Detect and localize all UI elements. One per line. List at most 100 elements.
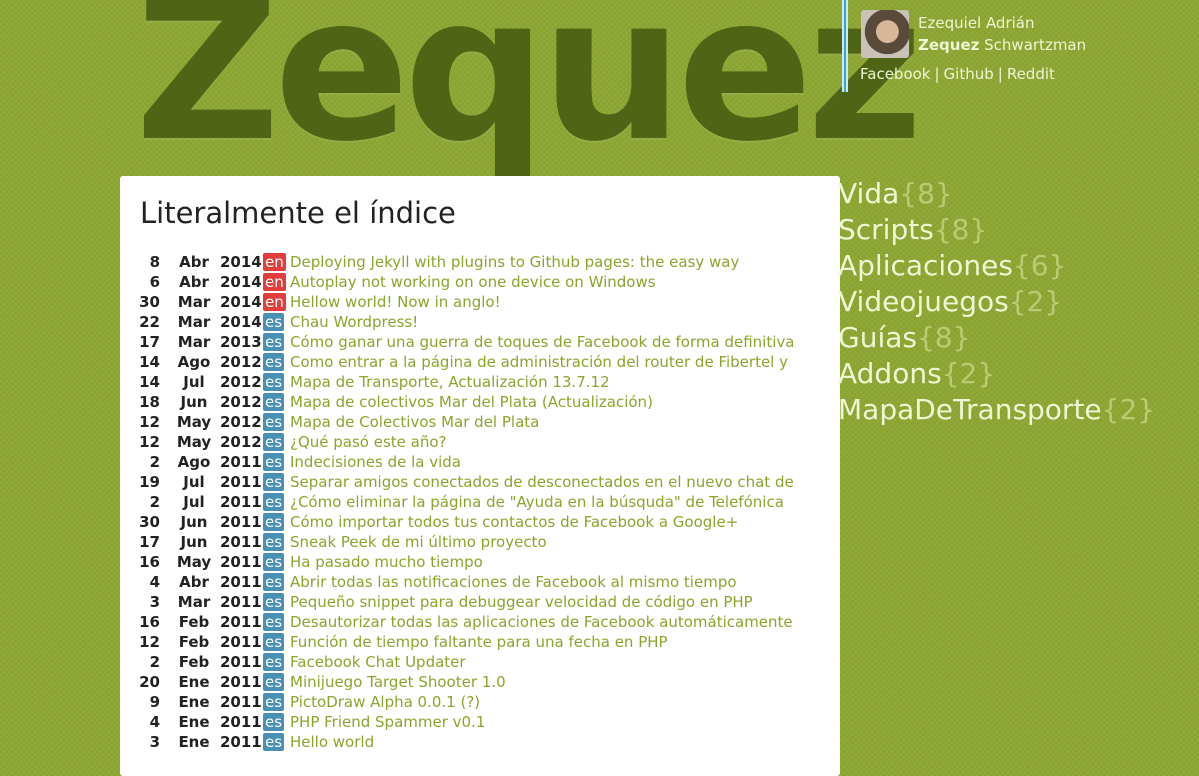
category-name[interactable]: Vida <box>838 177 899 210</box>
post-title-link[interactable]: Sneak Peek de mi último proyecto <box>290 532 820 552</box>
post-day: 4 <box>149 573 160 591</box>
category-name[interactable]: Aplicaciones <box>838 249 1013 282</box>
post-title-link[interactable]: ¿Qué pasó este año? <box>290 432 820 452</box>
post-title-link[interactable]: PictoDraw Alpha 0.0.1 (?) <box>290 692 820 712</box>
post-title-link[interactable]: Mapa de colectivos Mar del Plata (Actual… <box>290 392 820 412</box>
post-title-link[interactable]: PHP Friend Spammer v0.1 <box>290 712 820 732</box>
post-day: 16 <box>139 613 160 631</box>
post-title-link[interactable]: Chau Wordpress! <box>290 312 820 332</box>
post-row: 12 May 2012 es Mapa de Colectivos Mar del Pl… <box>120 412 820 432</box>
language-badge: es <box>263 713 285 731</box>
post-day: 3 <box>149 733 160 751</box>
github-link[interactable]: Github <box>944 65 994 83</box>
post-year: 2011 <box>220 593 262 611</box>
post-row: 19 Jul 2011 es Separar amigos conectados de … <box>120 472 820 492</box>
category-item[interactable]: Videojuegos{2} <box>838 284 1198 320</box>
post-month: Jul <box>183 473 205 491</box>
language-badge: en <box>263 273 286 291</box>
post-title-link[interactable]: Cómo ganar una guerra de toques de Faceb… <box>290 332 820 352</box>
reddit-link[interactable]: Reddit <box>1007 65 1055 83</box>
post-day: 12 <box>139 433 160 451</box>
post-day: 2 <box>149 493 160 511</box>
category-item[interactable]: Guías{8} <box>838 320 1198 356</box>
post-title-link[interactable]: Función de tiempo faltante para una fech… <box>290 632 820 652</box>
post-title-link[interactable]: Desautorizar todas las aplicaciones de F… <box>290 612 820 632</box>
post-month: Jul <box>183 493 205 511</box>
category-name[interactable]: Guías <box>838 321 917 354</box>
category-count: {2} <box>941 357 996 390</box>
category-item[interactable]: Scripts{8} <box>838 212 1198 248</box>
post-month: Abr <box>179 253 209 271</box>
site-logo[interactable]: Zequez <box>135 0 923 170</box>
post-month: Abr <box>179 573 209 591</box>
post-month: Mar <box>177 313 211 331</box>
post-title-link[interactable]: Hellow world! Now in anglo! <box>290 292 820 312</box>
post-row: 20 Ene 2011 es Minijuego Target Shooter 1.0 <box>120 672 820 692</box>
category-name[interactable]: MapaDeTransporte <box>838 393 1102 426</box>
language-badge: es <box>263 473 285 491</box>
post-row: 12 May 2012 es ¿Qué pasó este año? <box>120 432 820 452</box>
post-month: May <box>176 433 212 451</box>
category-item[interactable]: Addons{2} <box>838 356 1198 392</box>
link-separator: | <box>997 65 1003 83</box>
post-title-link[interactable]: Indecisiones de la vida <box>290 452 820 472</box>
category-item[interactable]: MapaDeTransporte{2} <box>838 392 1198 428</box>
post-month: Jun <box>180 393 208 411</box>
category-name[interactable]: Scripts <box>838 213 934 246</box>
post-title-link[interactable]: Facebook Chat Updater <box>290 652 820 672</box>
post-day: 20 <box>139 673 160 691</box>
facebook-link[interactable]: Facebook <box>860 65 930 83</box>
post-year: 2013 <box>220 333 262 351</box>
post-row: 30 Jun 2011 es Cómo importar todos tus conta… <box>120 512 820 532</box>
post-year: 2011 <box>220 573 262 591</box>
language-badge: es <box>263 593 285 611</box>
post-month: Feb <box>178 653 210 671</box>
post-year: 2011 <box>220 473 262 491</box>
post-day: 17 <box>139 333 160 351</box>
post-day: 16 <box>139 553 160 571</box>
category-count: {8} <box>933 213 988 246</box>
post-month: Jun <box>180 533 208 551</box>
post-title-link[interactable]: Separar amigos conectados de desconectad… <box>290 472 820 492</box>
language-badge: es <box>263 353 285 371</box>
post-title-link[interactable]: Como entrar a la página de administració… <box>290 352 820 372</box>
author-accent-bar <box>842 0 848 92</box>
post-day: 12 <box>139 413 160 431</box>
category-item[interactable]: Aplicaciones{6} <box>838 248 1198 284</box>
post-title-link[interactable]: Minijuego Target Shooter 1.0 <box>290 672 820 692</box>
post-title-link[interactable]: Autoplay not working on one device on Wi… <box>290 272 820 292</box>
post-title-link[interactable]: Hello world <box>290 732 820 752</box>
language-badge: es <box>263 653 285 671</box>
post-month: Ago <box>177 453 211 471</box>
post-year: 2011 <box>220 633 262 651</box>
post-day: 3 <box>149 593 160 611</box>
post-year: 2011 <box>220 693 262 711</box>
post-title-link[interactable]: Abrir todas las notificaciones de Facebo… <box>290 572 820 592</box>
post-title-link[interactable]: Deploying Jekyll with plugins to Github … <box>290 252 820 272</box>
language-badge: es <box>263 493 285 511</box>
post-month: Ene <box>178 733 210 751</box>
post-row: 2 Ago 2011 es Indecisiones de la vida <box>120 452 820 472</box>
post-title-link[interactable]: Pequeño snippet para debuggear velocidad… <box>290 592 820 612</box>
post-day: 30 <box>139 293 160 311</box>
category-name[interactable]: Addons <box>838 357 942 390</box>
post-month: Ene <box>178 693 210 711</box>
post-year: 2011 <box>220 493 262 511</box>
author-full-name: Zequez Schwartzman <box>918 36 1086 54</box>
category-name[interactable]: Videojuegos <box>838 285 1009 318</box>
post-year: 2014 <box>220 313 262 331</box>
post-title-link[interactable]: Cómo importar todos tus contactos de Fac… <box>290 512 820 532</box>
post-title-link[interactable]: ¿Cómo eliminar la página de "Ayuda en la… <box>290 492 820 512</box>
post-year: 2011 <box>220 713 262 731</box>
post-day: 18 <box>139 393 160 411</box>
author-last-name: Schwartzman <box>984 36 1087 54</box>
post-title-link[interactable]: Ha pasado mucho tiempo <box>290 552 820 572</box>
language-badge: es <box>263 673 285 691</box>
post-title-link[interactable]: Mapa de Colectivos Mar del Plata <box>290 412 820 432</box>
author-links: Facebook | Github | Reddit <box>860 65 1055 83</box>
post-day: 19 <box>139 473 160 491</box>
post-day: 22 <box>139 313 160 331</box>
post-index-panel: Literalmente el índice 8 Abr 2014 en Deployi… <box>120 176 840 776</box>
category-item[interactable]: Vida{8} <box>838 176 1198 212</box>
post-title-link[interactable]: Mapa de Transporte, Actualización 13.7.1… <box>290 372 820 392</box>
